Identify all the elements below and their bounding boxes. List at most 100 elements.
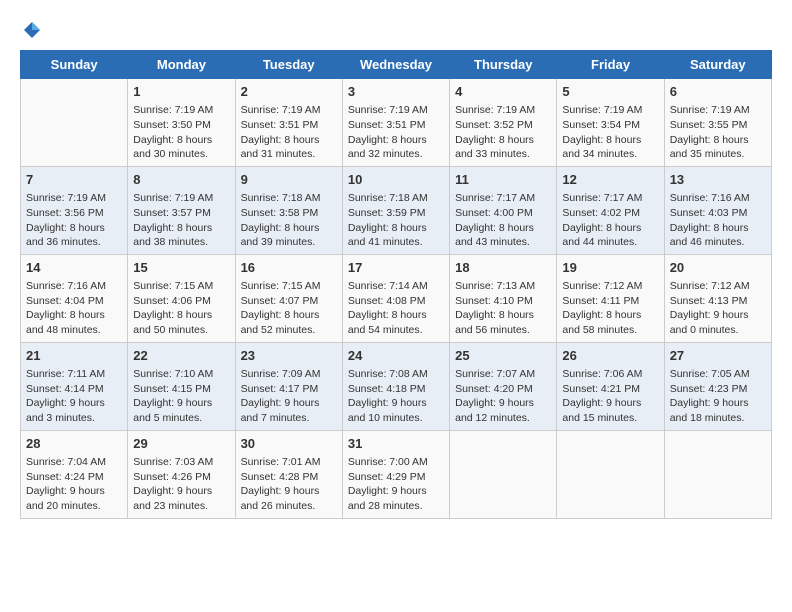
calendar-header: SundayMondayTuesdayWednesdayThursdayFrid… bbox=[21, 51, 772, 79]
day-info: Sunrise: 7:07 AMSunset: 4:20 PMDaylight:… bbox=[455, 367, 551, 426]
calendar-empty-cell bbox=[557, 430, 664, 518]
day-info: Sunrise: 7:19 AMSunset: 3:54 PMDaylight:… bbox=[562, 103, 658, 162]
calendar-day-8: 8Sunrise: 7:19 AMSunset: 3:57 PMDaylight… bbox=[128, 166, 235, 254]
day-info: Sunrise: 7:13 AMSunset: 4:10 PMDaylight:… bbox=[455, 279, 551, 338]
calendar-table: SundayMondayTuesdayWednesdayThursdayFrid… bbox=[20, 50, 772, 519]
day-info: Sunrise: 7:18 AMSunset: 3:59 PMDaylight:… bbox=[348, 191, 444, 250]
weekday-header-thursday: Thursday bbox=[450, 51, 557, 79]
day-number: 10 bbox=[348, 171, 444, 189]
weekday-header-row: SundayMondayTuesdayWednesdayThursdayFrid… bbox=[21, 51, 772, 79]
day-number: 13 bbox=[670, 171, 766, 189]
day-number: 25 bbox=[455, 347, 551, 365]
calendar-day-17: 17 Sunrise: 7:14 AMSunset: 4:08 PMDayligh… bbox=[342, 254, 449, 342]
day-number: 11 bbox=[455, 171, 551, 189]
day-number: 6 bbox=[670, 83, 766, 101]
day-info: Sunrise: 7:05 AMSunset: 4:23 PMDaylight:… bbox=[670, 367, 766, 426]
weekday-header-wednesday: Wednesday bbox=[342, 51, 449, 79]
calendar-day-3: 3Sunrise: 7:19 AMSunset: 3:51 PMDaylight… bbox=[342, 79, 449, 167]
calendar-empty-cell bbox=[664, 430, 771, 518]
day-info: Sunrise: 7:01 AMSunset: 4:28 PMDaylight:… bbox=[241, 455, 337, 514]
day-info: Sunrise: 7:15 AMSunset: 4:07 PMDaylight:… bbox=[241, 279, 337, 338]
day-info: Sunrise: 7:12 AMSunset: 4:11 PMDaylight:… bbox=[562, 279, 658, 338]
day-info: Sunrise: 7:17 AMSunset: 4:00 PMDaylight:… bbox=[455, 191, 551, 250]
day-number: 30 bbox=[241, 435, 337, 453]
calendar-day-27: 27Sunrise: 7:05 AMSunset: 4:23 PMDayligh… bbox=[664, 342, 771, 430]
day-info: Sunrise: 7:19 AMSunset: 3:56 PMDaylight:… bbox=[26, 191, 122, 250]
calendar-day-21: 21 Sunrise: 7:11 AMSunset: 4:14 PMDayligh… bbox=[21, 342, 128, 430]
day-number: 7 bbox=[26, 171, 122, 189]
day-info: Sunrise: 7:17 AMSunset: 4:02 PMDaylight:… bbox=[562, 191, 658, 250]
day-info: Sunrise: 7:03 AMSunset: 4:26 PMDaylight:… bbox=[133, 455, 229, 514]
weekday-header-sunday: Sunday bbox=[21, 51, 128, 79]
day-info: Sunrise: 7:09 AMSunset: 4:17 PMDaylight:… bbox=[241, 367, 337, 426]
calendar-day-26: 26 Sunrise: 7:06 AMSunset: 4:21 PMDayligh… bbox=[557, 342, 664, 430]
weekday-header-monday: Monday bbox=[128, 51, 235, 79]
day-number: 9 bbox=[241, 171, 337, 189]
day-info: Sunrise: 7:00 AMSunset: 4:29 PMDaylight:… bbox=[348, 455, 444, 514]
weekday-header-saturday: Saturday bbox=[664, 51, 771, 79]
day-info: Sunrise: 7:19 AMSunset: 3:55 PMDaylight:… bbox=[670, 103, 766, 162]
day-number: 15 bbox=[133, 259, 229, 277]
calendar-day-15: 15 Sunrise: 7:15 AMSunset: 4:06 PMDayligh… bbox=[128, 254, 235, 342]
calendar-day-23: 23 Sunrise: 7:09 AMSunset: 4:17 PMDayligh… bbox=[235, 342, 342, 430]
calendar-day-11: 11 Sunrise: 7:17 AMSunset: 4:00 PMDayligh… bbox=[450, 166, 557, 254]
calendar-day-9: 9Sunrise: 7:18 AMSunset: 3:58 PMDaylight… bbox=[235, 166, 342, 254]
calendar-week-row: 28 Sunrise: 7:04 AMSunset: 4:24 PMDayligh… bbox=[21, 430, 772, 518]
calendar-body: 1 Sunrise: 7:19 AMSunset: 3:50 PMDaylight… bbox=[21, 79, 772, 519]
day-info: Sunrise: 7:10 AMSunset: 4:15 PMDaylight:… bbox=[133, 367, 229, 426]
day-number: 26 bbox=[562, 347, 658, 365]
day-number: 29 bbox=[133, 435, 229, 453]
day-number: 17 bbox=[348, 259, 444, 277]
calendar-day-10: 10 Sunrise: 7:18 AMSunset: 3:59 PMDayligh… bbox=[342, 166, 449, 254]
day-number: 22 bbox=[133, 347, 229, 365]
day-info: Sunrise: 7:19 AMSunset: 3:50 PMDaylight:… bbox=[133, 103, 229, 162]
day-number: 20 bbox=[670, 259, 766, 277]
weekday-header-tuesday: Tuesday bbox=[235, 51, 342, 79]
calendar-day-25: 25 Sunrise: 7:07 AMSunset: 4:20 PMDayligh… bbox=[450, 342, 557, 430]
day-number: 19 bbox=[562, 259, 658, 277]
day-info: Sunrise: 7:11 AMSunset: 4:14 PMDaylight:… bbox=[26, 367, 122, 426]
calendar-day-19: 19 Sunrise: 7:12 AMSunset: 4:11 PMDayligh… bbox=[557, 254, 664, 342]
day-number: 2 bbox=[241, 83, 337, 101]
calendar-day-14: 14Sunrise: 7:16 AMSunset: 4:04 PMDayligh… bbox=[21, 254, 128, 342]
day-number: 1 bbox=[133, 83, 229, 101]
calendar-empty-cell bbox=[450, 430, 557, 518]
day-info: Sunrise: 7:12 AMSunset: 4:13 PMDaylight:… bbox=[670, 279, 766, 338]
day-number: 23 bbox=[241, 347, 337, 365]
calendar-day-20: 20 Sunrise: 7:12 AMSunset: 4:13 PMDayligh… bbox=[664, 254, 771, 342]
calendar-day-31: 31 Sunrise: 7:00 AMSunset: 4:29 PMDayligh… bbox=[342, 430, 449, 518]
day-info: Sunrise: 7:16 AMSunset: 4:04 PMDaylight:… bbox=[26, 279, 122, 338]
day-number: 8 bbox=[133, 171, 229, 189]
calendar-day-7: 7 Sunrise: 7:19 AMSunset: 3:56 PMDaylight… bbox=[21, 166, 128, 254]
day-number: 28 bbox=[26, 435, 122, 453]
calendar-week-row: 21 Sunrise: 7:11 AMSunset: 4:14 PMDayligh… bbox=[21, 342, 772, 430]
day-number: 21 bbox=[26, 347, 122, 365]
calendar-empty-cell bbox=[21, 79, 128, 167]
day-number: 5 bbox=[562, 83, 658, 101]
day-number: 3 bbox=[348, 83, 444, 101]
day-number: 4 bbox=[455, 83, 551, 101]
calendar-day-2: 2 Sunrise: 7:19 AMSunset: 3:51 PMDaylight… bbox=[235, 79, 342, 167]
day-number: 12 bbox=[562, 171, 658, 189]
logo-icon bbox=[22, 20, 42, 40]
calendar-day-28: 28 Sunrise: 7:04 AMSunset: 4:24 PMDayligh… bbox=[21, 430, 128, 518]
calendar-day-22: 22 Sunrise: 7:10 AMSunset: 4:15 PMDayligh… bbox=[128, 342, 235, 430]
day-info: Sunrise: 7:19 AMSunset: 3:52 PMDaylight:… bbox=[455, 103, 551, 162]
page-header bbox=[20, 20, 772, 40]
calendar-day-18: 18Sunrise: 7:13 AMSunset: 4:10 PMDayligh… bbox=[450, 254, 557, 342]
day-info: Sunrise: 7:14 AMSunset: 4:08 PMDaylight:… bbox=[348, 279, 444, 338]
calendar-day-30: 30 Sunrise: 7:01 AMSunset: 4:28 PMDayligh… bbox=[235, 430, 342, 518]
logo bbox=[20, 20, 42, 40]
day-info: Sunrise: 7:06 AMSunset: 4:21 PMDaylight:… bbox=[562, 367, 658, 426]
calendar-day-6: 6 Sunrise: 7:19 AMSunset: 3:55 PMDaylight… bbox=[664, 79, 771, 167]
day-info: Sunrise: 7:19 AMSunset: 3:51 PMDaylight:… bbox=[241, 103, 337, 162]
weekday-header-friday: Friday bbox=[557, 51, 664, 79]
day-info: Sunrise: 7:04 AMSunset: 4:24 PMDaylight:… bbox=[26, 455, 122, 514]
day-number: 24 bbox=[348, 347, 444, 365]
day-info: Sunrise: 7:15 AMSunset: 4:06 PMDaylight:… bbox=[133, 279, 229, 338]
calendar-week-row: 1 Sunrise: 7:19 AMSunset: 3:50 PMDaylight… bbox=[21, 79, 772, 167]
calendar-day-24: 24Sunrise: 7:08 AMSunset: 4:18 PMDayligh… bbox=[342, 342, 449, 430]
day-number: 31 bbox=[348, 435, 444, 453]
calendar-day-1: 1 Sunrise: 7:19 AMSunset: 3:50 PMDaylight… bbox=[128, 79, 235, 167]
calendar-day-4: 4 Sunrise: 7:19 AMSunset: 3:52 PMDaylight… bbox=[450, 79, 557, 167]
